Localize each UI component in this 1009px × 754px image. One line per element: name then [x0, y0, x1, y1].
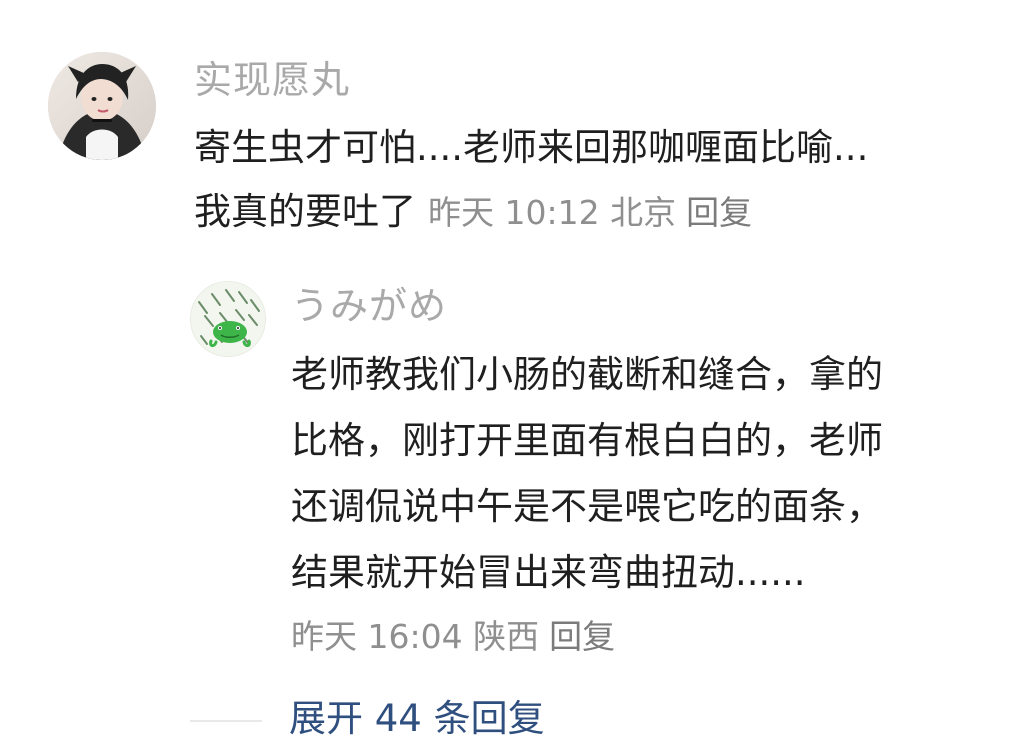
comment-reply-button[interactable]: 回复	[686, 193, 752, 232]
user-avatar-icon[interactable]	[48, 52, 156, 160]
divider	[190, 720, 262, 722]
comment-username[interactable]: 实现愿丸	[194, 61, 350, 99]
comment-text-tail: 我真的要吐了	[194, 190, 416, 233]
reply-time: 昨天 16:04	[291, 617, 463, 656]
comment-meta: 昨天 10:12 北京 回复	[428, 193, 752, 232]
expand-replies-link[interactable]: 展开 44 条回复	[289, 700, 545, 737]
comment-text: 寄生虫才可怕....老师来回那咖喱面比喻...	[194, 126, 869, 169]
reply-text-line: 结果就开始冒出来弯曲扭动......	[291, 551, 806, 594]
reply-reply-button[interactable]: 回复	[549, 617, 615, 656]
comment-time: 昨天 10:12	[428, 193, 600, 232]
reply-text-line: 老师教我们小肠的截断和缝合，拿的	[291, 353, 883, 396]
reply-location: 陕西	[473, 617, 540, 656]
reply-username[interactable]: うみがめ	[291, 287, 447, 325]
reply-meta: 昨天 16:04 陕西 回复	[291, 620, 615, 653]
reply-text-line: 还调侃说中午是不是喂它吃的面条，	[291, 485, 883, 528]
comment-location: 北京	[610, 193, 677, 232]
reply-text: 老师教我们小肠的截断和缝合，拿的 比格，刚打开里面有根白白的，老师 还调侃说中午…	[291, 342, 966, 606]
expand-replies-row[interactable]: 展开 44 条回复	[190, 700, 690, 744]
frog-avatar-icon[interactable]	[190, 281, 266, 357]
comment-thread: 实现愿丸 寄生虫才可怕....老师来回那咖喱面比喻... 我真的要吐了 昨天 10…	[0, 0, 1009, 754]
reply-text-line: 比格，刚打开里面有根白白的，老师	[291, 419, 883, 462]
comment-text-line2: 我真的要吐了 昨天 10:12 北京 回复	[194, 180, 974, 245]
